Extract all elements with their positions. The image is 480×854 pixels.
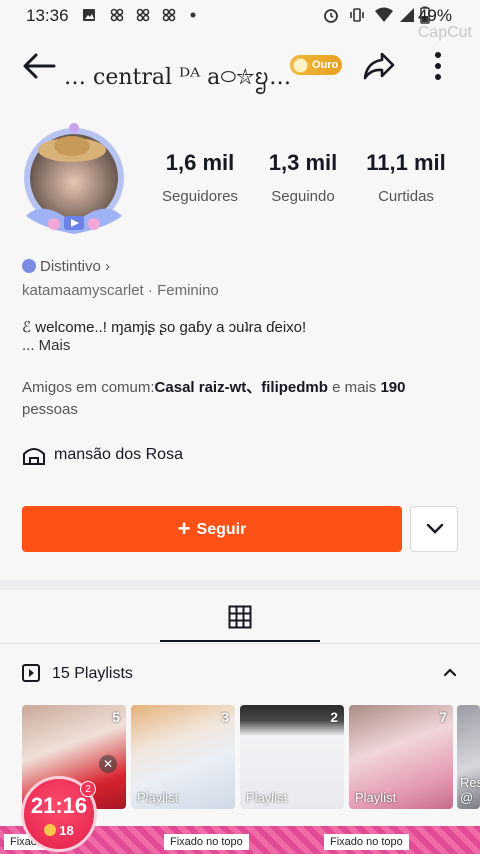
- username: katamaamyscarlet: [22, 282, 144, 299]
- playlists-count-label: 15 Playlists: [52, 665, 133, 682]
- playlist-thumb[interactable]: Res @: [457, 705, 480, 809]
- notification-icon: [136, 8, 150, 22]
- follow-label: Seguir: [196, 521, 247, 538]
- vibrate-icon: [350, 8, 364, 22]
- bio-text: ℰ ᴡelcome..! ɱaɱiʂ ʂo ɡaɓy a ɔuʇra ɗeiхo…: [22, 319, 307, 336]
- likes-label: Curtidas: [378, 188, 434, 205]
- share-icon[interactable]: [362, 50, 396, 82]
- ouro-badge[interactable]: Ouro: [290, 55, 342, 75]
- distintivo-link[interactable]: Distintivo ›: [22, 258, 110, 275]
- status-time: 13:36: [26, 6, 69, 25]
- section-divider: [0, 580, 480, 590]
- stat-likes[interactable]: 11,1 mil Curtidas: [351, 150, 461, 205]
- timer-time: 21:16: [30, 793, 88, 818]
- gender: Feminino: [157, 282, 219, 299]
- playlist-video-count: 5: [112, 709, 120, 725]
- separator-dot: ·: [147, 282, 158, 299]
- timer-coins: 18: [24, 823, 94, 838]
- playlist-thumb[interactable]: 2 Playlist: [240, 705, 344, 809]
- chevron-down-icon: [426, 523, 444, 534]
- playlist-video-count: 3: [221, 709, 229, 725]
- followers-label: Seguidores: [162, 188, 238, 205]
- playlists-header[interactable]: 15 Playlists: [0, 644, 480, 702]
- notification-icon: [110, 8, 124, 22]
- gold-coin-icon: [293, 58, 308, 73]
- signal-icon: [400, 8, 414, 22]
- dot-icon: [190, 12, 196, 18]
- playlist-thumb[interactable]: 7 Playlist: [349, 705, 453, 809]
- grid-icon[interactable]: [228, 605, 252, 629]
- plus-icon: +: [177, 516, 191, 541]
- badge-label: Ouro: [312, 59, 339, 71]
- playlist-thumb[interactable]: 3 Playlist: [131, 705, 235, 809]
- stat-followers[interactable]: 1,6 mil Seguidores: [145, 150, 255, 205]
- playlist-video-count: 7: [439, 709, 447, 725]
- distintivo-label: Distintivo: [40, 258, 101, 275]
- reward-timer-widget[interactable]: 2 21:16 18: [21, 776, 97, 852]
- mutual-mid: e mais: [327, 379, 381, 396]
- mutual-friends[interactable]: Amigos em comum:Casal raiz-wt、filipedmb …: [22, 377, 462, 421]
- content-tabs: [0, 590, 480, 644]
- profile-display-name: … central ᴰᴬ a࿀⛦ᨮ…: [64, 65, 292, 90]
- house-icon: [23, 448, 45, 465]
- followers-count: 1,6 mil: [165, 150, 235, 175]
- avatar-frame: [24, 123, 124, 234]
- image-icon: [83, 9, 95, 21]
- likes-count: 11,1 mil: [366, 150, 446, 175]
- more-options-icon[interactable]: [432, 50, 444, 82]
- mutual-prefix: Amigos em comum:: [22, 379, 155, 396]
- playlist-thumb-label: Res @: [460, 775, 480, 805]
- playlist-thumb-label: Playlist: [355, 790, 397, 805]
- pinned-label: Fixado no topo: [324, 834, 409, 850]
- coin-count: 18: [59, 823, 74, 838]
- suggestions-dropdown-button[interactable]: [410, 506, 458, 552]
- chevron-right-icon: ›: [105, 258, 111, 275]
- pinned-label: Fixado no topo: [164, 834, 249, 850]
- chevron-up-icon[interactable]: [443, 667, 457, 677]
- username-gender: katamaamyscarlet · Feminino: [22, 282, 219, 299]
- alarm-icon: [324, 9, 338, 23]
- battery-percent: 49%: [417, 6, 452, 25]
- profile-header: … central ᴰᴬ a࿀⛦ᨮ… Ouro: [0, 40, 480, 92]
- notification-icon: [162, 8, 176, 22]
- playlist-thumb-label: Playlist: [246, 790, 288, 805]
- mutual-count: 190: [380, 379, 406, 396]
- back-arrow-icon[interactable]: [22, 52, 56, 80]
- close-icon[interactable]: ✕: [99, 755, 117, 773]
- coin-icon: [44, 824, 57, 836]
- following-label: Seguindo: [271, 188, 335, 205]
- follow-button[interactable]: + Seguir: [22, 506, 402, 552]
- location-label: mansão dos Rosa: [54, 446, 183, 463]
- active-tab-indicator: [160, 640, 320, 642]
- stat-following[interactable]: 1,3 mil Seguindo: [248, 150, 358, 205]
- mutual-suffix: pessoas: [22, 401, 78, 418]
- shield-icon: [22, 259, 36, 273]
- playlist-icon: [22, 664, 40, 682]
- wifi-icon: [375, 7, 393, 22]
- playlist-thumb-label: Playlist: [137, 790, 179, 805]
- following-count: 1,3 mil: [268, 150, 338, 175]
- status-bar: 13:36 49% CapCut: [0, 0, 480, 41]
- mutual-names: Casal raiz-wt、filipedmb: [154, 379, 328, 396]
- avatar[interactable]: [14, 120, 134, 240]
- bio-more-link[interactable]: ... Mais: [22, 337, 70, 354]
- playlist-video-count: 2: [330, 709, 338, 725]
